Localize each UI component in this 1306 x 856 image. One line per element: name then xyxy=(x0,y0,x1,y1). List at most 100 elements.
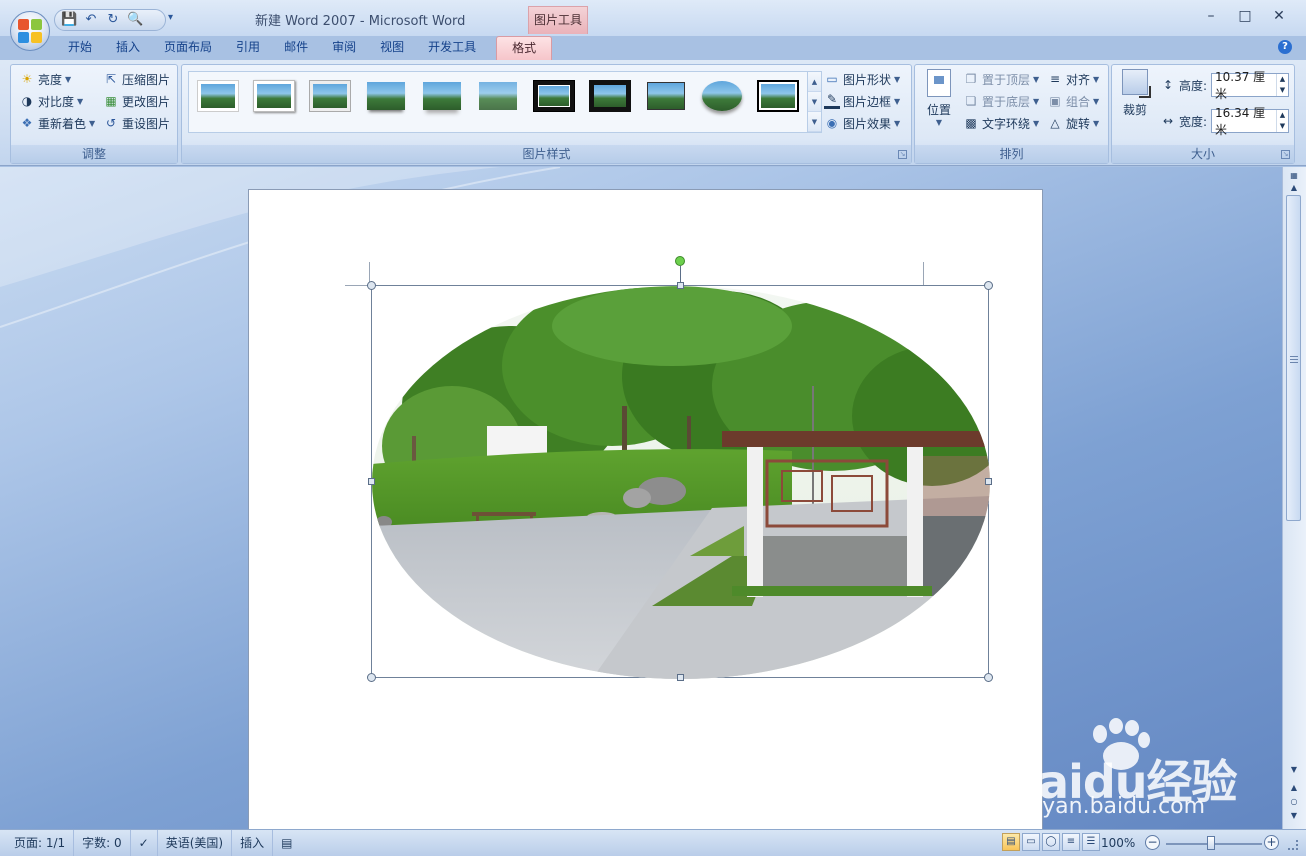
style-thumbnail[interactable] xyxy=(421,80,463,112)
style-thumbnail[interactable] xyxy=(253,80,295,112)
resize-handle-e[interactable] xyxy=(985,478,992,485)
picture-effects-button[interactable]: ◉ 图片效果 ▼ xyxy=(824,113,900,133)
vertical-scrollbar[interactable]: ▦ ▲ ▼ ▲ ○ ▼ xyxy=(1282,167,1306,829)
gallery-up-icon[interactable]: ▲ xyxy=(808,72,821,92)
rotation-handle[interactable] xyxy=(675,256,685,266)
height-spinner[interactable]: ▲ ▼ xyxy=(1276,74,1288,96)
tab-developer[interactable]: 开发工具 xyxy=(416,36,488,60)
style-thumbnail[interactable] xyxy=(477,80,519,112)
style-thumbnail[interactable] xyxy=(589,80,631,112)
insert-mode[interactable]: 插入 xyxy=(232,829,274,856)
save-icon[interactable]: 💾 xyxy=(61,12,77,28)
document-page[interactable] xyxy=(248,189,1043,829)
resize-handle-w[interactable] xyxy=(368,478,375,485)
send-to-back-button[interactable]: ❏ 置于底层 ▼ xyxy=(963,91,1040,111)
print-layout-view-icon[interactable]: ▤ xyxy=(1002,833,1020,851)
full-screen-reading-icon[interactable]: ▭ xyxy=(1022,833,1040,851)
draft-view-icon[interactable]: ☰ xyxy=(1082,833,1100,851)
minimize-button[interactable]: – xyxy=(1196,8,1226,28)
resize-handle-s[interactable] xyxy=(677,674,684,681)
resize-handle-se[interactable] xyxy=(984,673,993,682)
tab-review[interactable]: 审阅 xyxy=(320,36,368,60)
maximize-button[interactable]: □ xyxy=(1230,8,1260,28)
recolor-button[interactable]: ❖ 重新着色 ▼ xyxy=(19,113,96,133)
browse-object-icon[interactable]: ○ xyxy=(1287,795,1301,809)
style-thumbnail[interactable] xyxy=(701,80,743,112)
zoom-out-button[interactable]: − xyxy=(1145,835,1160,850)
bring-front-label: 置于顶层 xyxy=(982,72,1031,87)
tab-mailings[interactable]: 邮件 xyxy=(272,36,320,60)
resize-handle-n[interactable] xyxy=(677,282,684,289)
resize-grip-icon[interactable] xyxy=(1288,840,1298,850)
tab-insert[interactable]: 插入 xyxy=(104,36,152,60)
style-thumbnail[interactable] xyxy=(757,80,799,112)
group-objects-button[interactable]: ▣ 组合 ▼ xyxy=(1047,91,1099,111)
office-button[interactable] xyxy=(10,11,50,51)
proofing-icon[interactable]: ✓ xyxy=(131,829,158,856)
tab-view[interactable]: 视图 xyxy=(368,36,416,60)
crop-button[interactable]: 裁剪 xyxy=(1116,67,1154,125)
contrast-button[interactable]: ◑ 对比度 ▼ xyxy=(19,91,83,111)
position-button[interactable]: 位置 ▼ xyxy=(921,67,957,131)
height-field-label: ↕ 高度: xyxy=(1160,75,1207,95)
web-layout-view-icon[interactable]: ◯ xyxy=(1042,833,1060,851)
zoom-level[interactable]: 100% xyxy=(1101,830,1135,856)
tab-format[interactable]: 格式 xyxy=(496,36,553,60)
tab-home[interactable]: 开始 xyxy=(56,36,104,60)
align-button[interactable]: ≡ 对齐 ▼ xyxy=(1047,69,1099,89)
style-thumbnail[interactable] xyxy=(309,80,351,112)
gallery-more-icon[interactable]: ▼ xyxy=(808,112,821,132)
height-input[interactable]: 10.37 厘米 ▲ ▼ xyxy=(1211,70,1289,101)
change-picture-button[interactable]: ▦ 更改图片 xyxy=(103,91,170,111)
previous-page-icon[interactable]: ▲ xyxy=(1287,781,1301,795)
width-input[interactable]: 16.34 厘米 ▲ ▼ xyxy=(1211,106,1289,137)
picture-border-button[interactable]: ✎ 图片边框 ▼ xyxy=(824,91,900,111)
rotate-button[interactable]: △ 旋转 ▼ xyxy=(1047,113,1099,133)
width-spinner[interactable]: ▲ ▼ xyxy=(1276,110,1288,132)
compress-pictures-button[interactable]: ⇱ 压缩图片 xyxy=(103,69,170,89)
resize-handle-ne[interactable] xyxy=(984,281,993,290)
close-button[interactable]: ✕ xyxy=(1264,8,1294,28)
scroll-up-icon[interactable]: ▲ xyxy=(1287,181,1301,195)
group-icon: ▣ xyxy=(1049,94,1061,108)
language-status[interactable]: 英语(美国) xyxy=(158,829,233,856)
page-count[interactable]: 页面: 1/1 xyxy=(0,829,75,856)
next-page-icon[interactable]: ▼ xyxy=(1287,809,1301,823)
word-count[interactable]: 字数: 0 xyxy=(74,829,131,856)
zoom-slider-thumb[interactable] xyxy=(1207,836,1215,850)
tab-references[interactable]: 引用 xyxy=(224,36,272,60)
style-thumbnail[interactable] xyxy=(645,80,687,112)
undo-icon[interactable]: ↶ xyxy=(83,12,99,28)
reset-picture-button[interactable]: ↺ 重设图片 xyxy=(103,113,170,133)
style-thumbnail[interactable] xyxy=(365,80,407,112)
scroll-down-icon[interactable]: ▼ xyxy=(1287,763,1301,777)
brightness-button[interactable]: ☀ 亮度 ▼ xyxy=(19,69,72,89)
outline-view-icon[interactable]: ≡ xyxy=(1062,833,1080,851)
recolor-icon: ❖ xyxy=(21,116,33,130)
compress-icon: ⇱ xyxy=(105,72,117,86)
customize-qat-icon[interactable]: ▾ xyxy=(168,12,173,23)
gallery-down-icon[interactable]: ▼ xyxy=(808,92,821,112)
zoom-in-button[interactable]: + xyxy=(1264,835,1279,850)
macro-record-icon[interactable]: ▤ xyxy=(273,830,300,856)
dialog-launcher-icon[interactable]: ↘ xyxy=(1281,150,1290,159)
print-preview-icon[interactable]: 🔍 xyxy=(127,12,143,28)
scrollbar-thumb[interactable] xyxy=(1286,195,1301,521)
picture-shape-button[interactable]: ▭ 图片形状 ▼ xyxy=(824,69,900,89)
style-thumbnail[interactable] xyxy=(197,80,239,112)
resize-handle-nw[interactable] xyxy=(367,281,376,290)
quick-access-toolbar: 💾 ↶ ↻ 🔍 xyxy=(54,9,166,31)
bring-to-front-button[interactable]: ❐ 置于顶层 ▼ xyxy=(963,69,1040,89)
help-icon[interactable]: ? xyxy=(1278,40,1292,54)
chevron-down-icon: ▼ xyxy=(894,118,901,128)
tab-page-layout[interactable]: 页面布局 xyxy=(152,36,224,60)
align-label: 对齐 xyxy=(1066,72,1091,87)
resize-handle-sw[interactable] xyxy=(367,673,376,682)
text-wrap-button[interactable]: ▩ 文字环绕 ▼ xyxy=(963,113,1039,133)
redo-icon[interactable]: ↻ xyxy=(105,12,121,28)
style-thumbnail[interactable] xyxy=(533,80,575,112)
dialog-launcher-icon[interactable]: ↘ xyxy=(898,150,907,159)
width-field-label: ↔ 宽度: xyxy=(1160,111,1207,131)
compress-label: 压缩图片 xyxy=(122,72,171,87)
selected-picture[interactable] xyxy=(367,256,993,682)
